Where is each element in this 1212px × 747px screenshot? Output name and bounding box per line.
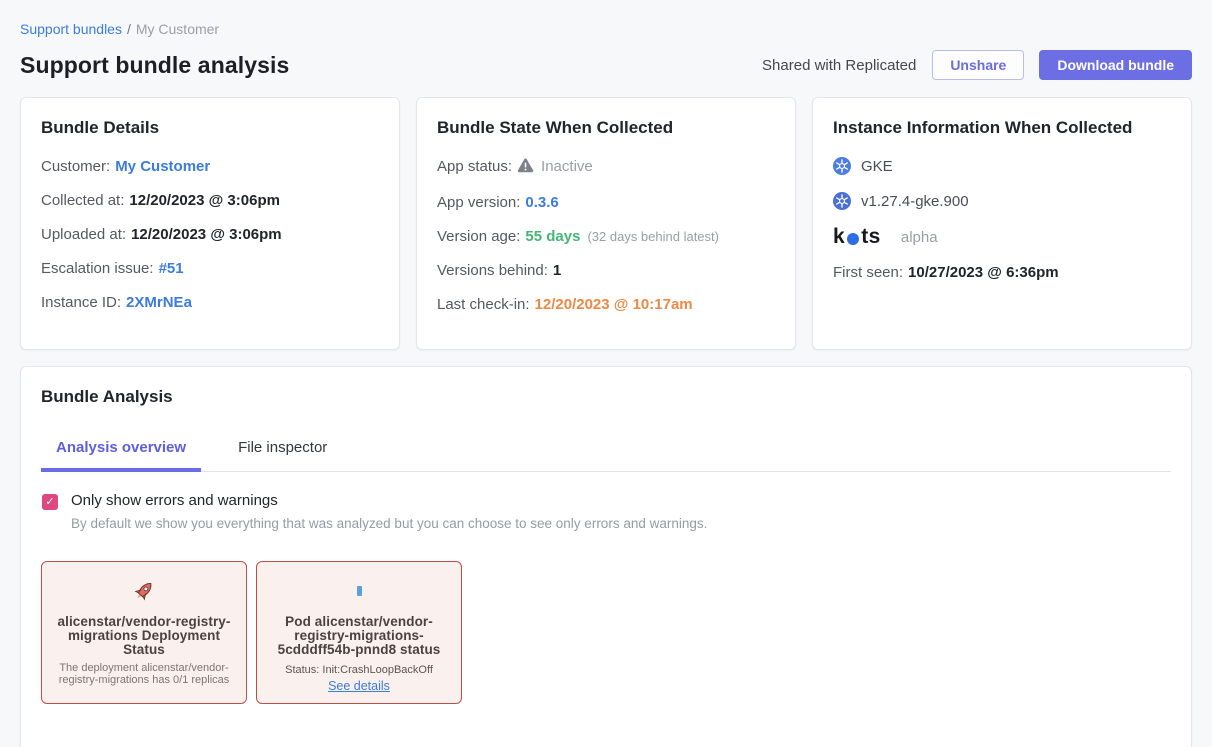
collected-at-row: Collected at: 12/20/2023 @ 3:06pm	[41, 191, 379, 211]
see-details-link[interactable]: See details	[328, 679, 390, 693]
result-description: The deployment alicenstar/vendor-registr…	[54, 663, 234, 686]
version-age-row: Version age: 55 days (32 days behind lates…	[437, 227, 775, 247]
rocket-icon	[132, 576, 156, 606]
warning-triangle-icon	[517, 158, 534, 179]
kots-logo-ts: ts	[861, 225, 881, 249]
customer-row: Customer: My Customer	[41, 157, 379, 177]
result-title: Pod alicenstar/vendor-registry-migration…	[269, 615, 449, 657]
analysis-result-deployment: alicenstar/vendor-registry-migrations De…	[41, 561, 247, 704]
customer-link[interactable]: My Customer	[115, 158, 210, 175]
breadcrumb-link-support-bundles[interactable]: Support bundles	[20, 21, 122, 37]
bundle-analysis-title: Bundle Analysis	[41, 387, 1171, 407]
bundle-details-title: Bundle Details	[41, 118, 379, 138]
result-title: alicenstar/vendor-registry-migrations De…	[54, 615, 234, 657]
kots-logo-k: k	[833, 225, 845, 249]
analysis-results: alicenstar/vendor-registry-migrations De…	[41, 561, 1171, 704]
download-bundle-button[interactable]: Download bundle	[1039, 50, 1192, 80]
version-age-value: 55 days	[525, 228, 580, 245]
bundle-analysis-card: Bundle Analysis Analysis overview File i…	[20, 366, 1192, 747]
customer-label: Customer:	[41, 158, 110, 175]
first-seen-label: First seen:	[833, 264, 903, 281]
first-seen-value: 10/27/2023 @ 6:36pm	[908, 264, 1059, 281]
uploaded-at-label: Uploaded at:	[41, 226, 126, 243]
app-status-label: App status:	[437, 158, 512, 175]
instance-info-title: Instance Information When Collected	[833, 118, 1171, 138]
first-seen-row: First seen: 10/27/2023 @ 6:36pm	[833, 263, 1171, 283]
app-status-row: App status: Inactive	[437, 157, 775, 179]
k8s-version-row: v1.27.4-gke.900	[833, 192, 1171, 210]
distribution-row: GKE	[833, 157, 1171, 175]
breadcrumb-current: My Customer	[136, 21, 219, 37]
filter-label[interactable]: Only show errors and warnings	[71, 491, 707, 510]
pod-icon	[357, 576, 362, 606]
last-checkin-label: Last check-in:	[437, 296, 530, 313]
unshare-button[interactable]: Unshare	[932, 50, 1024, 80]
filter-row: Only show errors and warnings By default…	[41, 491, 1171, 531]
shared-status-text: Shared with Replicated	[762, 57, 916, 74]
bundle-state-title: Bundle State When Collected	[437, 118, 775, 138]
kubernetes-icon	[833, 192, 851, 210]
distribution-value: GKE	[861, 158, 893, 175]
tab-file-inspector[interactable]: File inspector	[223, 433, 342, 471]
analysis-tabs: Analysis overview File inspector	[41, 433, 1171, 472]
page-title: Support bundle analysis	[20, 52, 289, 79]
only-errors-checkbox[interactable]	[42, 494, 58, 510]
last-checkin-row: Last check-in: 12/20/2023 @ 10:17am	[437, 295, 775, 315]
kubernetes-icon	[833, 157, 851, 175]
instance-id-label: Instance ID:	[41, 294, 121, 311]
page: Support bundles / My Customer Support bund…	[0, 0, 1212, 747]
instance-info-card: Instance Information When Collected GKE …	[812, 97, 1192, 350]
header-actions: Shared with Replicated Unshare Download …	[762, 50, 1192, 80]
kots-channel: alpha	[901, 229, 938, 246]
filter-text: Only show errors and warnings By default…	[71, 491, 707, 531]
kots-row: kts alpha	[833, 225, 1171, 249]
app-status-value: Inactive	[541, 158, 593, 175]
escalation-issue-link[interactable]: #51	[159, 260, 184, 277]
bundle-state-card: Bundle State When Collected App status: I…	[416, 97, 796, 350]
app-version-label: App version:	[437, 194, 520, 211]
escalation-issue-label: Escalation issue:	[41, 260, 154, 277]
versions-behind-label: Versions behind:	[437, 262, 548, 279]
app-version-row: App version: 0.3.6	[437, 193, 775, 213]
versions-behind-value: 1	[553, 262, 561, 279]
analysis-result-pod-status: Pod alicenstar/vendor-registry-migration…	[256, 561, 462, 704]
k8s-version-value: v1.27.4-gke.900	[861, 193, 969, 210]
uploaded-at-row: Uploaded at: 12/20/2023 @ 3:06pm	[41, 225, 379, 245]
last-checkin-value: 12/20/2023 @ 10:17am	[535, 296, 693, 313]
escalation-issue-row: Escalation issue: #51	[41, 259, 379, 279]
version-age-label: Version age:	[437, 228, 520, 245]
info-cards-row: Bundle Details Customer: My Customer Coll…	[20, 97, 1192, 350]
collected-at-value: 12/20/2023 @ 3:06pm	[129, 192, 280, 209]
filter-description: By default we show you everything that w…	[71, 516, 707, 531]
version-age-note: (32 days behind latest)	[587, 229, 719, 244]
result-status: Status: Init:CrashLoopBackOff	[285, 664, 433, 676]
kots-logo-o-icon	[847, 233, 859, 245]
tab-analysis-overview[interactable]: Analysis overview	[41, 433, 201, 471]
kots-logo: kts	[833, 225, 881, 249]
page-header: Support bundle analysis Shared with Repl…	[20, 50, 1192, 80]
breadcrumb-separator: /	[127, 21, 131, 37]
app-version-link[interactable]: 0.3.6	[525, 194, 558, 211]
bundle-details-card: Bundle Details Customer: My Customer Coll…	[20, 97, 400, 350]
uploaded-at-value: 12/20/2023 @ 3:06pm	[131, 226, 282, 243]
breadcrumb: Support bundles / My Customer	[20, 0, 1192, 37]
instance-id-row: Instance ID: 2XMrNEa	[41, 293, 379, 313]
versions-behind-row: Versions behind: 1	[437, 261, 775, 281]
instance-id-link[interactable]: 2XMrNEa	[126, 294, 192, 311]
collected-at-label: Collected at:	[41, 192, 124, 209]
